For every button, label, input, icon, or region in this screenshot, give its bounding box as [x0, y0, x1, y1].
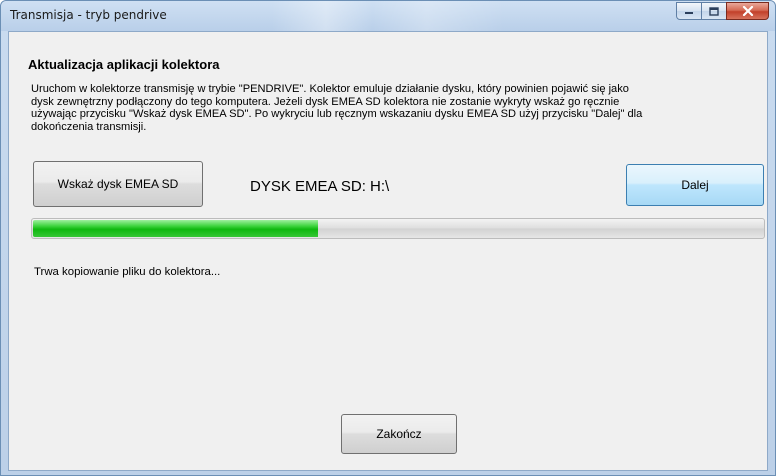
close-button[interactable] [726, 2, 769, 20]
next-button[interactable]: Dalej [626, 164, 764, 206]
minimize-button[interactable] [676, 2, 702, 20]
finish-button[interactable]: Zakończ [341, 414, 457, 454]
instructions-line: dokończenia transmisji. [31, 120, 147, 133]
title-bar[interactable]: Transmisja - tryb pendrive [1, 1, 775, 31]
progress-bar [31, 218, 765, 239]
maximize-icon [709, 6, 719, 16]
instructions-line: używając przycisku "Wskaż dysk EMEA SD".… [31, 108, 643, 120]
status-text: Trwa kopiowanie pliku do kolektora... [34, 266, 221, 278]
select-disk-button[interactable]: Wskaż dysk EMEA SD [33, 161, 203, 207]
instructions-text: Uruchom w kolektorze transmisję w trybie… [31, 83, 751, 133]
minimize-icon [685, 12, 693, 14]
maximize-button[interactable] [701, 2, 727, 20]
close-icon [742, 6, 753, 16]
disk-status-label: DYSK EMEA SD: H:\ [250, 178, 390, 195]
section-heading: Aktualizacja aplikacji kolektora [28, 57, 220, 72]
caption-buttons [676, 2, 769, 20]
instructions-line: Uruchom w kolektorze transmisję w trybie… [31, 83, 629, 95]
progress-fill [33, 220, 318, 237]
window-title: Transmisja - tryb pendrive [10, 8, 167, 22]
instructions-line: dysk zewnętrzny podłączony do tego kompu… [31, 95, 620, 108]
